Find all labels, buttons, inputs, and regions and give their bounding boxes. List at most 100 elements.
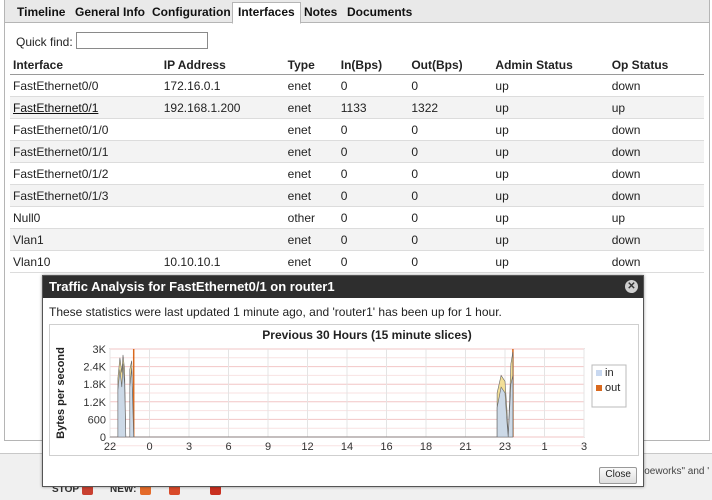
table-cell: 0 xyxy=(337,118,409,141)
tab-documents[interactable]: Documents xyxy=(345,3,414,22)
table-cell: up xyxy=(492,250,609,273)
table-cell: up xyxy=(492,118,609,141)
interface-link[interactable]: FastEthernet0/1 xyxy=(13,101,98,115)
legend-label: out xyxy=(605,382,620,394)
table-cell: up xyxy=(492,96,609,119)
interfaces-table: Interface IP Address Type In(Bps) Out(Bps) Ad… xyxy=(10,55,704,273)
table-cell: FastEthernet0/1 xyxy=(10,96,161,119)
legend-label: in xyxy=(605,367,614,379)
x-tick-label: 12 xyxy=(301,441,313,453)
table-cell: enet xyxy=(284,96,338,119)
table-cell: 0 xyxy=(337,74,409,97)
table-cell: enet xyxy=(284,184,338,207)
tab-configuration[interactable]: Configuration xyxy=(150,3,233,22)
table-cell: FastEthernet0/1/1 xyxy=(10,140,161,163)
column-header[interactable]: Interface xyxy=(10,55,161,75)
table-cell: 0 xyxy=(337,162,409,185)
table-cell: enet xyxy=(284,228,338,251)
table-cell: 0 xyxy=(408,206,493,229)
table-cell: 0 xyxy=(408,118,493,141)
close-icon[interactable]: ✕ xyxy=(625,280,638,293)
x-tick-label: 3 xyxy=(186,441,192,453)
column-header[interactable]: Admin Status xyxy=(492,55,609,75)
legend-swatch xyxy=(596,385,602,391)
table-row[interactable]: Vlan10 10.10.10.1 enet 0 0 up down xyxy=(10,250,704,273)
table-cell: 0 xyxy=(408,250,493,273)
tab-interfaces[interactable]: Interfaces xyxy=(232,2,301,24)
table-cell: 0 xyxy=(337,184,409,207)
table-cell: enet xyxy=(284,140,338,163)
column-header[interactable]: Type xyxy=(284,55,338,75)
table-row[interactable]: Vlan1 enet 0 0 up down xyxy=(10,228,704,251)
table-cell xyxy=(160,206,285,229)
table-cell: 1133 xyxy=(337,96,409,119)
table-cell: FastEthernet0/0 xyxy=(10,74,161,97)
column-header[interactable]: Op Status xyxy=(608,55,704,75)
tab-notes[interactable]: Notes xyxy=(302,3,339,22)
dialog-status-text: These statistics were last updated 1 min… xyxy=(49,305,502,319)
table-cell: up xyxy=(492,162,609,185)
tab-general-info[interactable]: General Info xyxy=(73,3,147,22)
x-tick-label: 0 xyxy=(146,441,152,453)
table-row[interactable]: FastEthernet0/1/1 enet 0 0 up down xyxy=(10,140,704,163)
table-cell: up xyxy=(492,184,609,207)
y-tick-label: 2.4K xyxy=(83,362,106,374)
table-cell: 0 xyxy=(337,250,409,273)
y-tick-label: 1.2K xyxy=(83,397,106,409)
traffic-analysis-dialog: Traffic Analysis for FastEthernet0/1 on … xyxy=(42,275,644,487)
table-cell xyxy=(160,228,285,251)
x-tick-label: 3 xyxy=(581,441,587,453)
x-tick-label: 18 xyxy=(420,441,432,453)
table-cell: 0 xyxy=(408,140,493,163)
table-cell: 0 xyxy=(337,206,409,229)
table-cell: 0 xyxy=(337,140,409,163)
y-tick-label: 3K xyxy=(93,344,107,356)
table-cell: 10.10.10.1 xyxy=(160,250,285,273)
x-tick-label: 6 xyxy=(225,441,231,453)
table-cell: up xyxy=(492,140,609,163)
table-cell: 0 xyxy=(408,74,493,97)
table-header-row: Interface IP Address Type In(Bps) Out(Bps) Ad… xyxy=(10,55,704,75)
close-button[interactable]: Close xyxy=(599,467,637,484)
table-cell: down xyxy=(608,228,704,251)
table-cell: up xyxy=(492,206,609,229)
y-tick-label: 600 xyxy=(88,414,106,426)
table-row[interactable]: Null0 other 0 0 up up xyxy=(10,206,704,229)
y-axis-label: Bytes per second xyxy=(55,347,67,439)
x-tick-label: 9 xyxy=(265,441,271,453)
table-cell: down xyxy=(608,250,704,273)
table-cell: enet xyxy=(284,74,338,97)
table-row[interactable]: FastEthernet0/1/3 enet 0 0 up down xyxy=(10,184,704,207)
x-tick-label: 1 xyxy=(541,441,547,453)
table-row[interactable]: FastEthernet0/1 192.168.1.200 enet 1133 1322… xyxy=(10,96,704,119)
table-cell xyxy=(160,162,285,185)
table-cell: down xyxy=(608,118,704,141)
table-row[interactable]: FastEthernet0/1/0 enet 0 0 up down xyxy=(10,118,704,141)
table-cell: down xyxy=(608,162,704,185)
tab-timeline[interactable]: Timeline xyxy=(15,3,67,22)
column-header[interactable]: Out(Bps) xyxy=(408,55,493,75)
table-cell: Vlan10 xyxy=(10,250,161,273)
table-row[interactable]: FastEthernet0/0 172.16.0.1 enet 0 0 up down xyxy=(10,74,704,97)
table-cell: up xyxy=(608,96,704,119)
table-cell: down xyxy=(608,74,704,97)
table-cell: FastEthernet0/1/0 xyxy=(10,118,161,141)
table-cell: Null0 xyxy=(10,206,161,229)
table-cell: 192.168.1.200 xyxy=(160,96,285,119)
x-tick-label: 23 xyxy=(499,441,511,453)
table-cell xyxy=(160,118,285,141)
table-cell: down xyxy=(608,184,704,207)
table-row[interactable]: FastEthernet0/1/2 enet 0 0 up down xyxy=(10,162,704,185)
column-header[interactable]: IP Address xyxy=(160,55,285,75)
table-cell: 0 xyxy=(408,228,493,251)
x-tick-label: 16 xyxy=(380,441,392,453)
table-cell: Vlan1 xyxy=(10,228,161,251)
quick-find-input[interactable] xyxy=(76,32,208,49)
tab-bar: Timeline General Info Configuration Interfa… xyxy=(5,0,709,24)
traffic-chart-svg: Previous 30 Hours (15 minute slices) 0 600… xyxy=(55,328,627,453)
status-bar-text: ioeworks" and ' xyxy=(642,466,710,477)
traffic-chart: Previous 30 Hours (15 minute slices) 0 600… xyxy=(49,324,639,456)
table-cell: enet xyxy=(284,118,338,141)
table-cell: up xyxy=(608,206,704,229)
column-header[interactable]: In(Bps) xyxy=(337,55,409,75)
